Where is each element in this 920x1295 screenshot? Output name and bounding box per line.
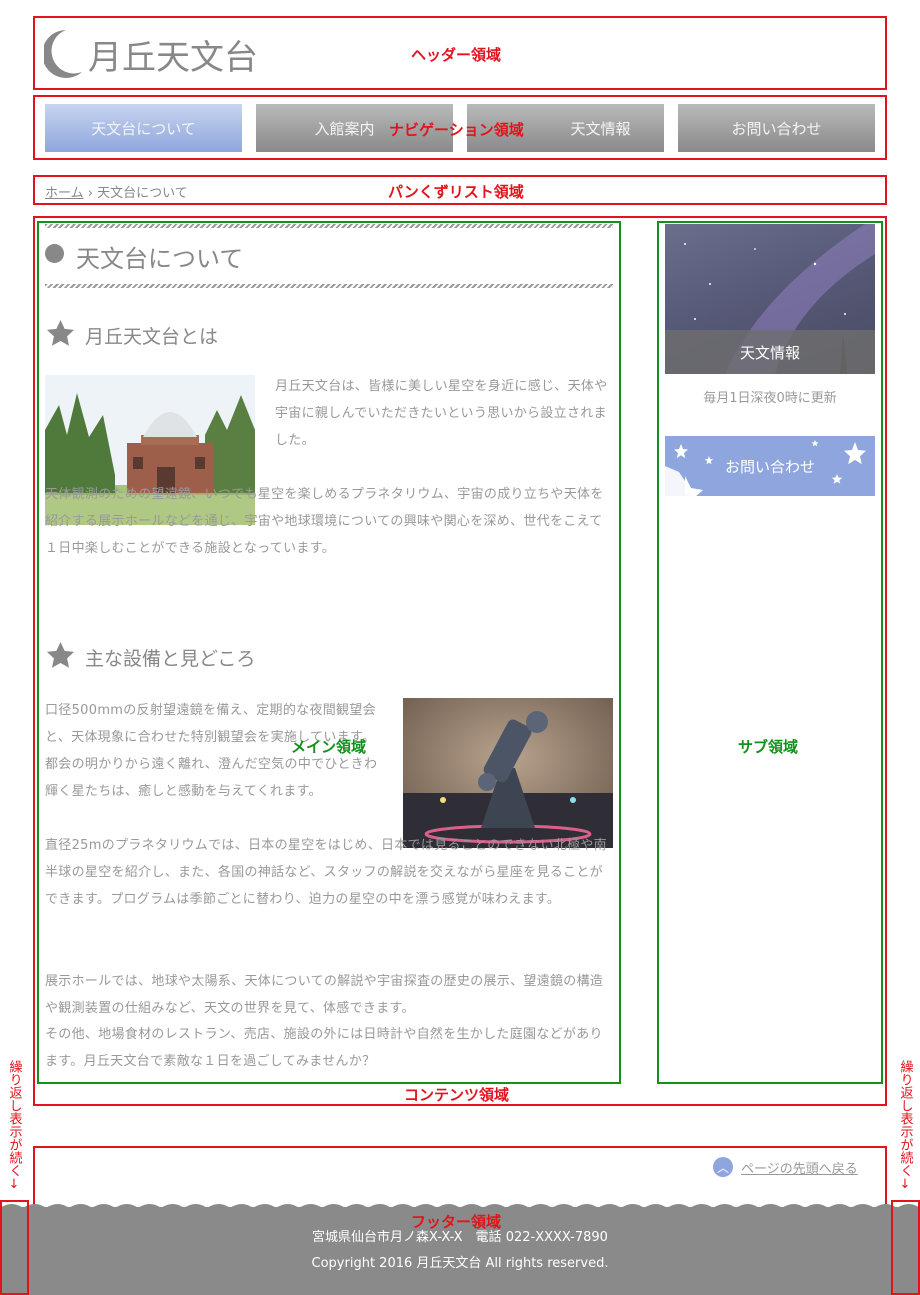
footer-region-label: フッター領域 xyxy=(411,1213,502,1231)
title-bullet-icon xyxy=(45,244,64,263)
star-icon xyxy=(46,641,75,668)
astro-info-caption: 毎月1日深夜0時に更新 xyxy=(703,391,837,406)
astro-info-banner-label: 天文情報 xyxy=(739,344,800,362)
nav-region-label: ナビゲーション領域 xyxy=(389,121,524,139)
star-icon xyxy=(46,319,75,346)
title-bottom-divider xyxy=(45,284,613,288)
left-repeat-note: 繰り返し表示が続く ↓ xyxy=(6,1060,22,1192)
section2-paragraph-3b: その他、地場食材のレストラン、売店、施設の外には日時計や自然を生かした庭園などが… xyxy=(45,1027,603,1069)
breadcrumb: ホーム › 天文台について xyxy=(45,182,188,201)
nav-item-about[interactable]: 天文台について xyxy=(45,104,242,152)
planetarium-photo xyxy=(403,698,613,848)
moon-logo-icon xyxy=(44,30,82,78)
section2-paragraph-2: 直径25mのプラネタリウムでは、日本の星空をはじめ、日本では見ることのできない北… xyxy=(45,832,613,913)
header-region-label: ヘッダー領域 xyxy=(411,46,502,64)
footer-copyright: Copyright 2016 月丘天文台 All rights reserved… xyxy=(311,1256,609,1271)
breadcrumb-current: 天文台について xyxy=(97,186,188,201)
page-title: 天文台について xyxy=(76,245,244,273)
section-heading: 月丘天文台とは xyxy=(85,326,219,348)
down-arrow-icon: ↓ xyxy=(8,1177,20,1192)
section1-paragraph-2: 天体観測のための望遠鏡、いつでも星空を楽しめるプラネタリウム、宇宙の成り立ちや天… xyxy=(45,481,613,562)
main-region-label: メイン領域 xyxy=(291,738,367,756)
sub-region-label: サブ領域 xyxy=(738,738,799,756)
left-repeat-region xyxy=(0,1200,29,1295)
right-repeat-region xyxy=(891,1200,920,1295)
left-repeat-note-text: 繰り返し表示が続く xyxy=(6,1060,22,1177)
section2-paragraph-3a: 展示ホールでは、地球や太陽系、天体についての解説や宇宙探査の歴史の展示、望遠鏡の… xyxy=(45,974,604,1016)
right-repeat-note: 繰り返し表示が続く ↓ xyxy=(897,1060,913,1192)
right-repeat-note-text: 繰り返し表示が続く xyxy=(897,1060,913,1177)
nav-item-label: 入館案内 xyxy=(314,119,375,138)
section2-paragraph-2-text: 直径25mのプラネタリウムでは、日本の星空をはじめ、日本では見ることのできない北… xyxy=(45,838,607,907)
contact-banner-label: お問い合わせ xyxy=(724,458,815,476)
nav-item-label: 天文台について xyxy=(91,119,196,138)
chevron-up-icon: ︿ xyxy=(713,1157,733,1177)
page-top-label: ページの先頭へ戻る xyxy=(741,1161,858,1177)
nav-item-label: お問い合わせ xyxy=(731,119,822,138)
section-heading: 主な設備と見どころ xyxy=(85,648,256,670)
breadcrumb-separator-icon: › xyxy=(87,186,93,201)
nav-item-contact[interactable]: お問い合わせ xyxy=(678,104,875,152)
title-top-divider xyxy=(45,224,613,228)
nav-item-label: 天文情報 xyxy=(570,119,631,138)
breadcrumb-region-label: パンくずリスト領域 xyxy=(388,183,524,201)
breadcrumb-home-link[interactable]: ホーム xyxy=(45,186,84,201)
down-arrow-icon: ↓ xyxy=(899,1177,911,1192)
site-logo-text[interactable]: 月丘天文台 xyxy=(88,30,258,79)
contact-banner[interactable]: お問い合わせ xyxy=(665,436,875,496)
page-top-link[interactable]: ︿ ページの先頭へ戻る xyxy=(713,1157,858,1177)
content-region-label: コンテンツ領域 xyxy=(404,1086,510,1104)
astro-info-banner[interactable]: 天文情報 xyxy=(665,224,875,374)
section1-paragraph-1: 月丘天文台は、皆様に美しい星空を身近に感じ、天体や宇宙に親しんでいただきたいとい… xyxy=(275,379,608,448)
